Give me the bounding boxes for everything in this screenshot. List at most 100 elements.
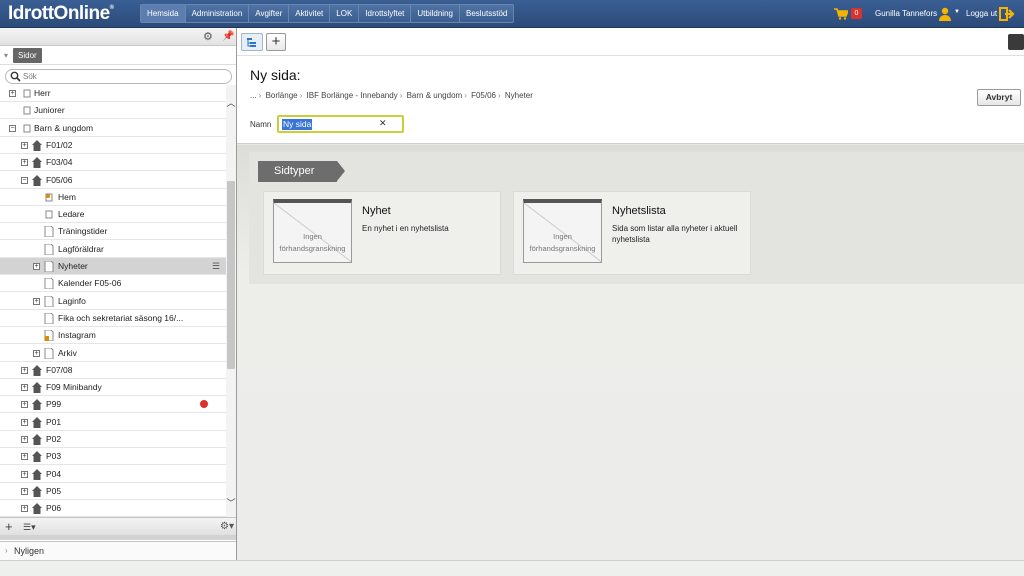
page-icon (44, 277, 54, 290)
chevron-right-icon: › (258, 91, 262, 100)
breadcrumb-item[interactable]: Nyheter (505, 91, 533, 100)
panel-divider[interactable] (0, 535, 236, 540)
nav-administration[interactable]: Administration (184, 5, 249, 22)
user-icon[interactable] (938, 7, 952, 21)
home-icon (32, 174, 42, 186)
tree-item[interactable]: + P04 (0, 466, 226, 483)
expand-icon[interactable]: + (21, 436, 28, 443)
tree-item[interactable]: + Nyheter ☰ (0, 258, 226, 275)
cancel-button[interactable]: Avbryt (977, 89, 1021, 106)
tree-item[interactable]: + Laginfo (0, 293, 226, 310)
tab-sidor[interactable]: Sidor (13, 48, 42, 63)
tree-item[interactable]: Träningstider (0, 223, 226, 241)
search-icon (10, 71, 21, 82)
expand-icon[interactable]: + (9, 90, 16, 97)
user-name[interactable]: Gunilla Tannefors (875, 9, 937, 18)
idrottonline-logo[interactable]: IdrottOnline® (8, 3, 114, 25)
expand-icon[interactable]: + (21, 159, 28, 167)
tree-item[interactable]: Hem (0, 189, 226, 206)
nav-beslutsstod[interactable]: Beslutsstöd (458, 5, 513, 22)
expand-icon[interactable]: + (33, 263, 40, 270)
new-page-button[interactable]: + (266, 33, 286, 51)
expand-icon[interactable]: + (21, 366, 28, 374)
logout-link[interactable]: Logga ut (966, 9, 997, 18)
cart-icon[interactable] (834, 8, 848, 20)
main-toolbar: + (237, 28, 1024, 56)
collapse-icon[interactable]: − (21, 176, 28, 184)
page-tree-toggle-button[interactable] (241, 33, 263, 51)
panel-toggle-button[interactable] (1008, 34, 1024, 50)
tree-item[interactable]: + F07/08 (0, 362, 226, 379)
list-options-button[interactable]: ☰▾ (23, 522, 36, 533)
expand-icon[interactable]: + (21, 453, 28, 461)
home-icon (32, 416, 42, 428)
tree-item[interactable]: − Barn & ungdom (0, 120, 226, 137)
expand-icon[interactable]: + (21, 487, 28, 495)
add-page-button[interactable]: + (5, 519, 13, 534)
tree-item[interactable]: + P99 (0, 396, 226, 414)
breadcrumb-item[interactable]: Barn & ungdom (407, 91, 463, 100)
search-input[interactable] (23, 70, 223, 83)
tree-item[interactable]: Fika och sekretariat säsong 16/... (0, 310, 226, 327)
tree-item[interactable]: + F03/04 (0, 154, 226, 172)
tree-structure-icon (247, 38, 256, 47)
tree-item[interactable]: + P06 (0, 500, 226, 517)
tree-item[interactable]: Kalender F05-06 (0, 275, 226, 293)
tree-item[interactable]: + F09 Minibandy (0, 379, 226, 397)
tree-item[interactable]: + P05 (0, 483, 226, 500)
page-types-header: Sidtyper (258, 161, 345, 182)
context-menu-icon[interactable]: ☰ (212, 261, 220, 272)
collapse-icon[interactable]: − (9, 124, 16, 132)
breadcrumb-item[interactable]: ... (250, 91, 257, 100)
gear-icon[interactable]: ⚙▾ (220, 521, 234, 532)
top-bar: IdrottOnline® Hemsida Administration Avg… (0, 0, 1024, 28)
tree-item[interactable]: + P03 (0, 448, 226, 466)
recent-section[interactable]: › Nyligen (0, 541, 236, 560)
expand-icon[interactable]: + (33, 297, 40, 305)
nav-idrottslyftet[interactable]: Idrottslyftet (358, 5, 410, 22)
breadcrumb-item[interactable]: F05/06 (471, 91, 496, 100)
panel-header: ⚙ 📌 (0, 28, 236, 46)
expand-icon[interactable]: + (33, 349, 40, 357)
tree-item[interactable]: Instagram (0, 327, 226, 345)
expand-icon[interactable]: + (21, 141, 28, 149)
nav-avgifter[interactable]: Avgifter (248, 5, 288, 22)
tree-item[interactable]: − F05/06 (0, 172, 226, 189)
tree-item[interactable]: + P01 (0, 414, 226, 431)
tree-item[interactable]: Juniorer (0, 102, 226, 120)
expand-icon[interactable]: + (21, 401, 28, 409)
tree-search[interactable] (5, 69, 232, 84)
page-type-card-nyhetslista[interactable]: Ingen förhandsgranskning Nyhetslista Sida… (513, 191, 751, 275)
breadcrumb-item[interactable]: IBF Borlänge - Innebandy (307, 91, 398, 100)
tree-item[interactable]: + Arkiv (0, 345, 226, 362)
pin-icon[interactable]: 📌 (222, 31, 234, 43)
expand-icon[interactable]: + (21, 505, 28, 513)
tree-item[interactable]: + P02 (0, 431, 226, 448)
preview-thumbnail: Ingen förhandsgranskning (523, 199, 602, 263)
main-navigation: Hemsida Administration Avgifter Aktivite… (140, 4, 515, 23)
chevron-down-icon[interactable]: ▼ (954, 9, 960, 15)
nav-utbildning[interactable]: Utbildning (410, 5, 459, 22)
name-input[interactable]: Ny sida ✕ (277, 115, 404, 133)
logout-icon[interactable] (999, 6, 1015, 22)
nav-hemsida[interactable]: Hemsida (141, 5, 185, 22)
nav-aktivitet[interactable]: Aktivitet (288, 5, 329, 22)
tree-item[interactable]: Ledare (0, 206, 226, 224)
expand-icon[interactable]: + (21, 418, 28, 426)
name-input-value[interactable]: Ny sida (282, 119, 313, 130)
chevron-up-icon[interactable]: ︿ (226, 96, 236, 109)
tree-item[interactable]: + F01/02 (0, 137, 226, 154)
chevron-down-icon[interactable]: ﹀ (226, 496, 236, 509)
gear-icon[interactable]: ⚙ (203, 31, 215, 43)
tree-item[interactable]: Lagföräldrar (0, 241, 226, 258)
nav-lok[interactable]: LOK (329, 5, 358, 22)
tree-item-label: P02 (46, 434, 62, 444)
breadcrumb-item[interactable]: Borlänge (266, 91, 298, 100)
page-type-card-nyhet[interactable]: Ingen förhandsgranskning Nyhet En nyhet i… (263, 191, 501, 275)
close-icon[interactable]: ✕ (379, 118, 387, 129)
chevron-down-icon[interactable]: ▾ (4, 51, 8, 60)
expand-icon[interactable]: + (21, 470, 28, 478)
expand-icon[interactable]: + (21, 384, 28, 392)
scrollbar-thumb[interactable] (227, 181, 235, 369)
tree-item[interactable]: + Herr (0, 85, 226, 102)
